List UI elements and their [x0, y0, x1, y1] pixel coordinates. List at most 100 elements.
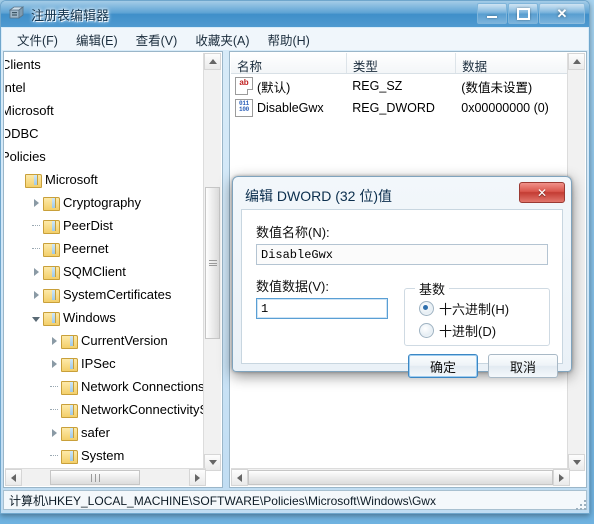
screen: 注册表编辑器 ✕ 文件(F) 编辑(E) 查看(V) 收藏夹(A) 帮助(H) …	[0, 0, 594, 524]
expander-collapsed-icon[interactable]	[29, 283, 43, 306]
chevron-down-icon	[572, 460, 581, 465]
value-name-cell: ab (默认)	[231, 77, 346, 96]
tree-item-intel[interactable]: Intel	[5, 76, 206, 99]
column-header-2[interactable]: 数据	[456, 53, 571, 74]
list-scroll-left-button[interactable]	[231, 469, 248, 486]
tree-item-peerdist[interactable]: PeerDist	[5, 214, 206, 237]
tree-item-peernet[interactable]: Peernet	[5, 237, 206, 260]
tree-item-policies[interactable]: Policies	[5, 145, 206, 168]
tree-item-networkconnectivitystat[interactable]: NetworkConnectivityStat	[5, 398, 206, 421]
tree-item-sqmclient[interactable]: SQMClient	[5, 260, 206, 283]
tree-connector	[47, 398, 61, 421]
tree-item-systemcertificates[interactable]: SystemCertificates	[5, 283, 206, 306]
tree-scroll-thumb[interactable]	[205, 187, 220, 339]
folder-icon	[61, 357, 78, 372]
expander-expanded-icon[interactable]	[29, 306, 43, 329]
edit-dword-dialog: 编辑 DWORD (32 位)值 ✕ 数值名称(N): DisableGwx 数…	[232, 176, 572, 378]
value-row[interactable]: ab (默认) REG_SZ (数值未设置)	[231, 75, 569, 97]
menu-item-file[interactable]: 文件(F)	[8, 28, 67, 51]
tree-vertical-scrollbar[interactable]	[203, 53, 221, 471]
tree-item-currentversion[interactable]: CurrentVersion	[5, 329, 206, 352]
expander-collapsed-icon[interactable]	[47, 329, 61, 352]
folder-icon	[43, 288, 60, 303]
tree-item-network-connections[interactable]: Network Connections	[5, 375, 206, 398]
dialog-title: 编辑 DWORD (32 位)值	[245, 188, 392, 204]
menu-item-help[interactable]: 帮助(H)	[258, 28, 318, 51]
tree-item-system[interactable]: System	[5, 444, 206, 467]
maximize-button[interactable]	[508, 3, 538, 24]
tree-item-label: Windows	[63, 310, 116, 325]
expander-collapsed-icon[interactable]	[29, 260, 43, 283]
value-data-label: 数值数据(V):	[256, 279, 329, 294]
value-name-input[interactable]: DisableGwx	[256, 244, 548, 265]
tree-scroll-left-button[interactable]	[5, 469, 22, 486]
menu-item-edit[interactable]: 编辑(E)	[67, 28, 127, 51]
column-header-0[interactable]: 名称	[231, 53, 347, 74]
tree-item-odbc[interactable]: ODBC	[5, 122, 206, 145]
tree-scroll-right-button[interactable]	[189, 469, 206, 486]
tree-item-label: PeerDist	[63, 218, 113, 233]
tree-item-label: Peernet	[63, 241, 109, 256]
minimize-icon	[487, 15, 497, 18]
list-hscroll-thumb[interactable]	[248, 470, 553, 485]
radio-hexadecimal[interactable]: 十六进制(H)	[419, 299, 509, 318]
tree-item-label: Microsoft	[45, 172, 98, 187]
value-data-text: 1	[261, 301, 269, 316]
menu-item-favorites[interactable]: 收藏夹(A)	[186, 28, 258, 51]
column-header-1[interactable]: 类型	[347, 53, 457, 74]
values-list[interactable]: ab (默认) REG_SZ (数值未设置) 011 100 DisableGwx REG_D…	[231, 75, 569, 119]
close-button[interactable]: ✕	[539, 3, 585, 24]
registry-path-text: 计算机\HKEY_LOCAL_MACHINE\SOFTWARE\Policies…	[9, 493, 436, 508]
tree-item-label: Cryptography	[63, 195, 142, 210]
values-column-headers: 名称 类型 数据	[231, 53, 571, 74]
ok-button[interactable]: 确定	[408, 354, 478, 378]
list-scroll-right-button[interactable]	[553, 469, 570, 486]
list-scroll-down-button[interactable]	[568, 454, 585, 471]
tree-item-label: CurrentVersion	[81, 333, 168, 348]
tree-item-safer[interactable]: safer	[5, 421, 206, 444]
minimize-button[interactable]	[477, 3, 507, 24]
expander-collapsed-icon[interactable]	[47, 352, 61, 375]
expander-collapsed-icon[interactable]	[29, 191, 43, 214]
tree-item-microsoft[interactable]: Microsoft	[5, 168, 206, 191]
registry-editor-icon	[9, 6, 25, 19]
expander-collapsed-icon[interactable]	[47, 421, 61, 444]
tree-item-windows[interactable]: Windows	[5, 306, 206, 329]
base-group-label: 基数	[415, 279, 450, 298]
tree-item-label: System	[81, 448, 125, 463]
tree-scroll-up-button[interactable]	[204, 53, 221, 70]
tree-horizontal-scrollbar[interactable]	[5, 468, 206, 486]
dialog-close-button[interactable]: ✕	[519, 182, 565, 203]
tree-connector	[47, 375, 61, 398]
value-row[interactable]: 011 100 DisableGwx REG_DWORD 0x00000000 (0)	[231, 97, 569, 119]
grip-icon	[89, 471, 101, 485]
tree-scroll-down-button[interactable]	[204, 454, 221, 471]
chevron-left-icon	[11, 473, 16, 482]
window-controls: ✕	[476, 3, 585, 24]
tree-connector	[29, 214, 43, 237]
chevron-right-icon	[195, 473, 200, 482]
cancel-button[interactable]: 取消	[488, 354, 558, 378]
tree-item-ipsec[interactable]: IPSec	[5, 352, 206, 375]
radio-icon-checked	[419, 301, 434, 316]
tree-item-clients[interactable]: Clients	[5, 53, 206, 76]
folder-icon	[43, 219, 60, 234]
radio-decimal[interactable]: 十进制(D)	[419, 321, 496, 340]
value-name-text: DisableGwx	[261, 247, 334, 262]
tree-item-cryptography[interactable]: Cryptography	[5, 191, 206, 214]
tree-item-microsoft[interactable]: Microsoft	[5, 99, 206, 122]
radio-icon-unchecked	[419, 323, 434, 338]
menu-bar: 文件(F) 编辑(E) 查看(V) 收藏夹(A) 帮助(H)	[2, 28, 588, 50]
value-name-text: (默认)	[257, 80, 291, 95]
value-data-input[interactable]: 1	[256, 298, 388, 319]
list-scroll-up-button[interactable]	[568, 53, 585, 70]
chevron-up-icon	[572, 59, 581, 64]
menu-item-view[interactable]: 查看(V)	[127, 28, 187, 51]
tree-item-label: SQMClient	[63, 264, 126, 279]
maximize-icon	[516, 7, 530, 20]
resize-grip-icon[interactable]	[574, 498, 586, 510]
tree-hscroll-thumb[interactable]	[50, 470, 140, 485]
registry-tree[interactable]: Clients Intel Microsoft ODBC Policies Microso…	[5, 53, 206, 471]
tree-connector	[29, 237, 43, 260]
list-horizontal-scrollbar[interactable]	[231, 468, 570, 486]
